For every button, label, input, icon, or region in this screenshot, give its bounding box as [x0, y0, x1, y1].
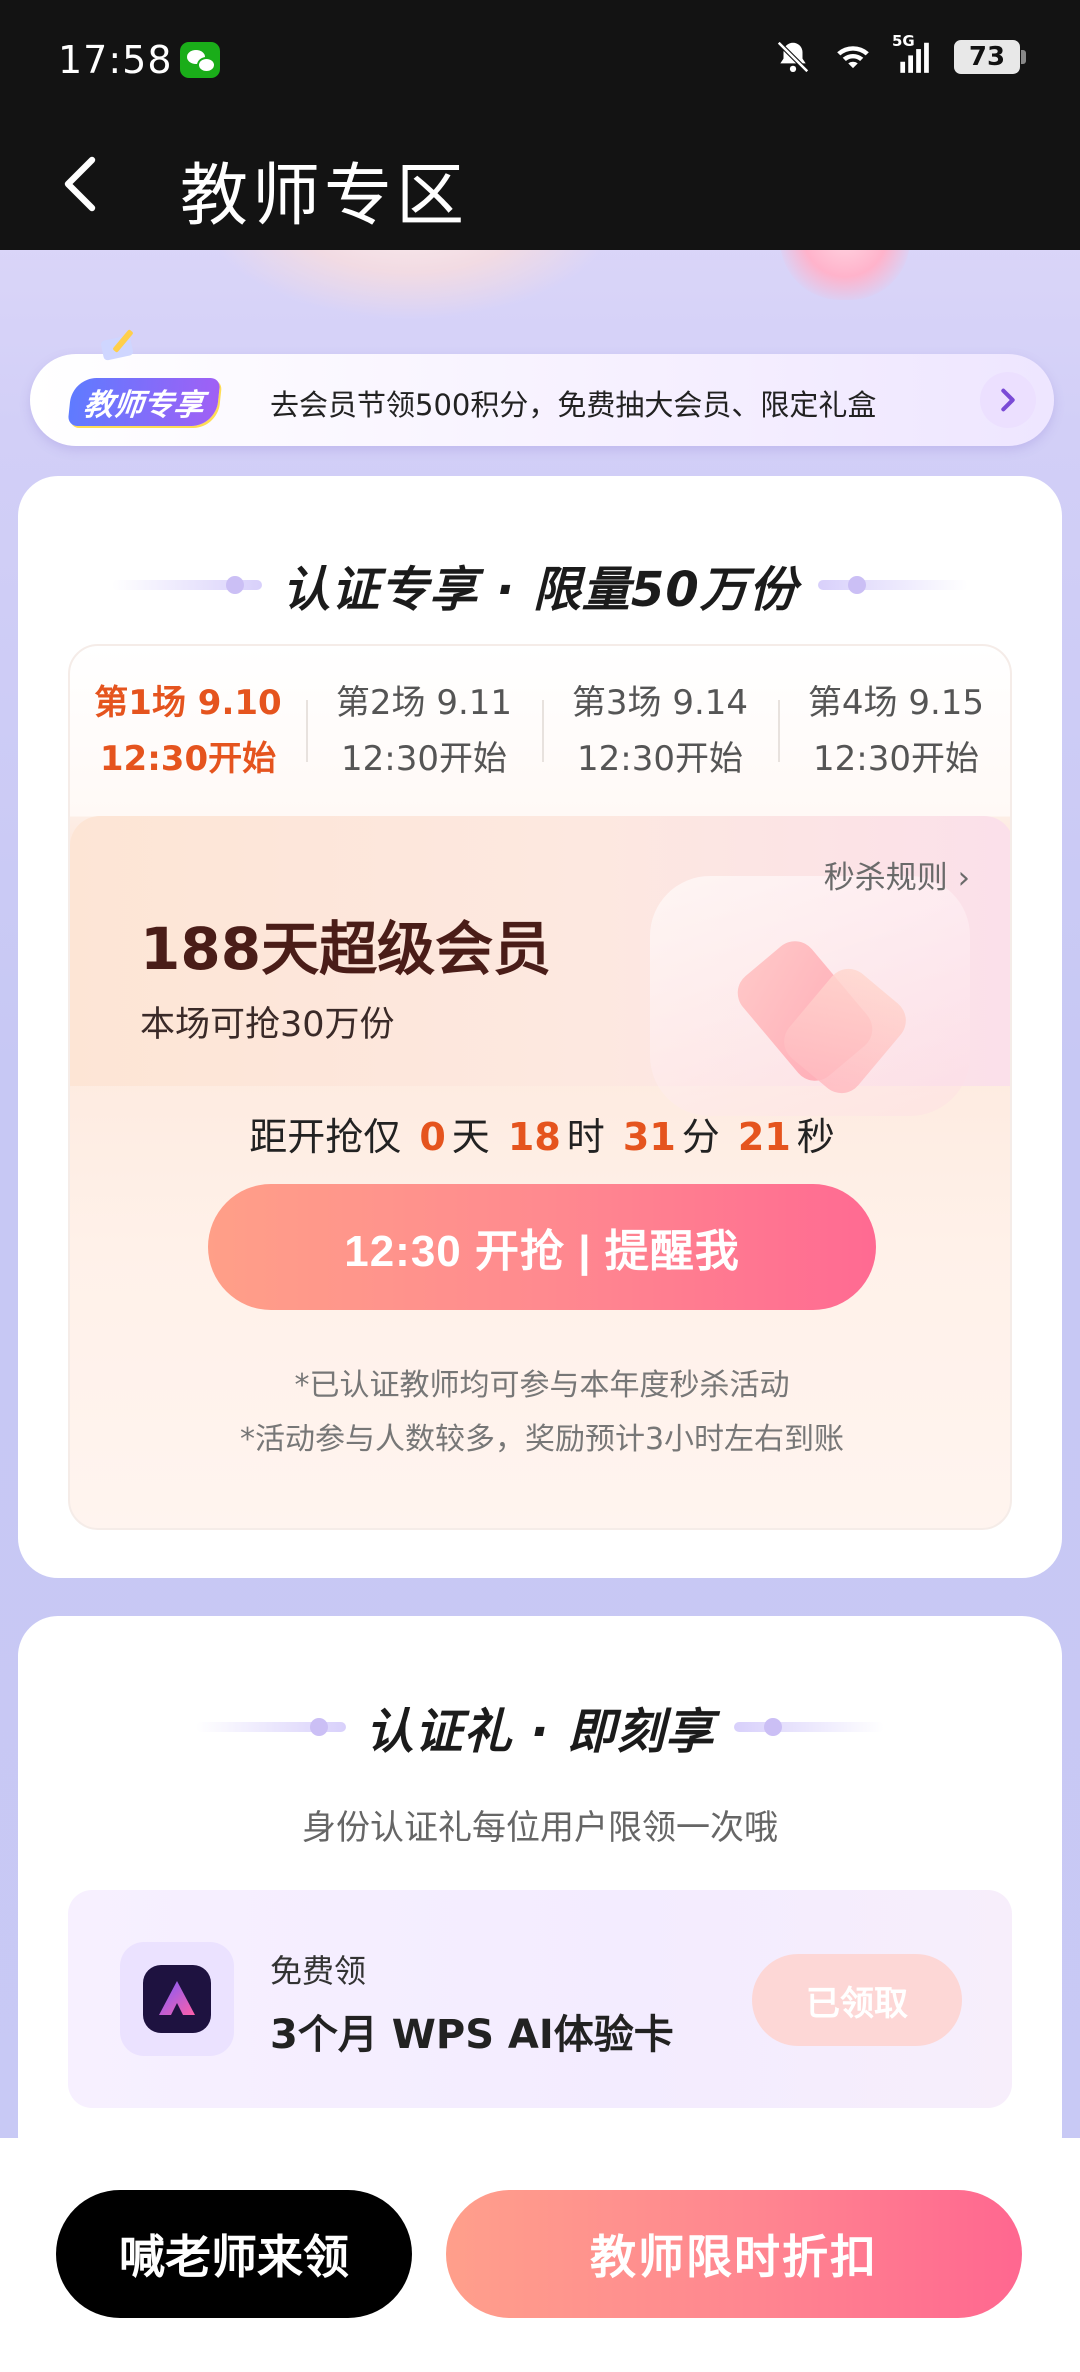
title-bar: 教师专区 [0, 122, 1080, 250]
flash-sale-title-row: 认证专享 · 限量50万份 [18, 550, 1062, 620]
product-area: 秒杀规则 › 188天超级会员 本场可抢30万份 [70, 816, 1010, 1116]
teacher-discount-button[interactable]: 教师限时折扣 [446, 2190, 1022, 2318]
title-decoration-right [817, 576, 968, 594]
title-decoration-right [734, 1718, 885, 1736]
invite-teacher-button[interactable]: 喊老师来领 [56, 2190, 412, 2318]
promo-banner[interactable]: 教师专享 去会员节领500积分，免费抽大会员、限定礼盒 [30, 329, 1054, 446]
reward-name: 3个月 WPS AI体验卡 [270, 2012, 674, 2058]
session-date: 第1场 9.10 [94, 683, 282, 723]
session-time: 12:30开始 [813, 739, 979, 779]
session-time: 12:30开始 [99, 739, 277, 779]
session-tabs: 第1场 9.10 12:30开始 第2场 9.11 12:30开始 第3场 9.… [70, 646, 1010, 816]
product-quantity: 本场可抢30万份 [140, 1005, 395, 1045]
cert-gift-card: 认证礼 · 即刻享 身份认证礼每位用户限领一次哦 免费领 3个月 WPS AI体… [18, 1616, 1062, 2176]
title-decoration-left [112, 576, 263, 594]
reward-item: 免费领 3个月 WPS AI体验卡 已领取 [68, 1890, 1012, 2108]
countdown-days-unit: 天 [451, 1115, 490, 1159]
cert-gift-subtitle: 身份认证礼每位用户限领一次哦 [302, 1808, 778, 1848]
countdown-prefix: 距开抢仅 [249, 1115, 402, 1159]
page-title: 教师专区 [180, 157, 469, 236]
countdown-hours: 18 [507, 1115, 561, 1159]
mute-bell-icon [774, 38, 812, 76]
countdown-days: 0 [419, 1115, 446, 1159]
status-icons: 5G 73 [774, 32, 1026, 76]
title-decoration-left [195, 1718, 346, 1736]
cert-gift-title-row: 认证礼 · 即刻享 [18, 1692, 1062, 1762]
flash-sale-note-1: *已认证教师均可参与本年度秒杀活动 [294, 1368, 790, 1403]
vip-badge-illustration [650, 876, 970, 1116]
session-tab-1[interactable]: 第1场 9.10 12:30开始 [70, 646, 306, 816]
wps-ai-icon [120, 1942, 234, 2056]
claimed-button[interactable]: 已领取 [752, 1954, 962, 2046]
pencil-book-icon [98, 324, 144, 364]
chevron-right-icon[interactable] [980, 372, 1036, 428]
product-name: 188天超级会员 [140, 915, 552, 983]
flash-sale-card: 认证专享 · 限量50万份 第1场 9.10 12:30开始 第2场 9.11 … [18, 476, 1062, 1578]
session-date: 第4场 9.15 [807, 683, 985, 723]
wifi-icon [834, 38, 872, 76]
cert-gift-title: 认证礼 · 即刻享 [365, 1704, 715, 1760]
session-tab-3[interactable]: 第3场 9.14 12:30开始 [542, 646, 778, 816]
countdown-minutes: 31 [622, 1115, 676, 1159]
gift-illustration [780, 250, 910, 300]
session-box: 第1场 9.10 12:30开始 第2场 9.11 12:30开始 第3场 9.… [68, 644, 1012, 1530]
reward-label: 免费领 [270, 1952, 367, 1990]
session-time: 12:30开始 [341, 739, 507, 779]
status-bar: 17:58 5G 73 [0, 0, 1080, 122]
session-tab-4[interactable]: 第4场 9.15 12:30开始 [778, 646, 1010, 816]
hero-decoration [0, 250, 1080, 360]
session-date: 第2场 9.11 [335, 683, 513, 723]
session-date: 第3场 9.14 [571, 683, 749, 723]
flash-sale-rules-link[interactable]: 秒杀规则 › [824, 852, 970, 897]
promo-text: 去会员节领500积分，免费抽大会员、限定礼盒 [270, 388, 877, 422]
flash-sale-note-2: *活动参与人数较多，奖励预计3小时左右到账 [239, 1422, 845, 1457]
cellular-signal-icon: 5G [892, 32, 932, 76]
network-type-label: 5G [892, 32, 915, 50]
bottom-action-bar: 喊老师来领 教师限时折扣 [0, 2138, 1080, 2372]
battery-indicator: 73 [954, 40, 1026, 74]
countdown-seconds-unit: 秒 [796, 1115, 835, 1159]
session-time: 12:30开始 [577, 739, 743, 779]
countdown-seconds: 21 [737, 1115, 791, 1159]
book-illustration [200, 250, 620, 320]
countdown-hours-unit: 时 [566, 1115, 605, 1159]
countdown: 距开抢仅 0天 18 时 31 分 21 秒 [70, 1106, 1010, 1161]
back-arrow-icon[interactable] [52, 152, 112, 216]
teacher-exclusive-badge: 教师专享 [67, 378, 221, 426]
status-time: 17:58 [58, 38, 173, 82]
countdown-minutes-unit: 分 [681, 1115, 720, 1159]
remind-me-button[interactable]: 12:30 开抢 | 提醒我 [208, 1184, 876, 1310]
flash-sale-title: 认证专享 · 限量50万份 [282, 562, 798, 618]
session-tab-2[interactable]: 第2场 9.11 12:30开始 [306, 646, 542, 816]
wechat-notification-icon [180, 42, 220, 78]
